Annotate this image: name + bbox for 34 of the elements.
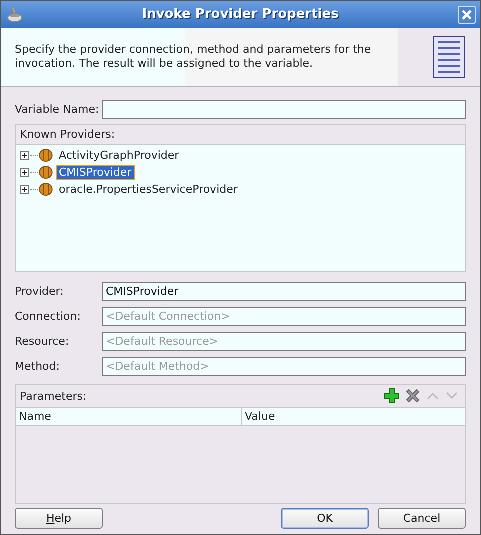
window-title: Invoke Provider Properties (141, 7, 340, 22)
package-icon (39, 149, 53, 162)
field-label: Variable Name: (15, 102, 100, 116)
input-field[interactable]: <Default Connection> (102, 306, 466, 326)
add-icon[interactable] (384, 388, 400, 404)
variable-name-field[interactable] (102, 100, 466, 118)
package-icon (39, 183, 53, 196)
field-label: Method: (15, 360, 61, 372)
dialog-button[interactable]: Cancel (378, 508, 466, 529)
panel-label: Known Providers: (19, 127, 116, 143)
panel-label: Parameters: (19, 388, 88, 404)
tree-item[interactable]: CMISProvider (56, 165, 135, 180)
input-field[interactable]: <Default Resource> (102, 332, 466, 350)
column-header[interactable]: Name (16, 408, 242, 425)
description-text: Specify the provider connection, method and parameters for the invocation. The result will be assigned to the variable. (14, 43, 372, 71)
expand-icon[interactable] (20, 151, 29, 160)
coffee-cup-icon (7, 6, 23, 22)
expand-icon[interactable] (20, 185, 29, 194)
expand-icon[interactable] (20, 168, 29, 177)
document-icon (432, 35, 466, 79)
close-button[interactable] (458, 6, 476, 24)
field-label: Resource: (15, 334, 70, 348)
close-icon (462, 10, 472, 20)
dialog-button[interactable]: Help (15, 508, 103, 529)
tree-item[interactable]: oracle.PropertiesServiceProvider (56, 182, 241, 197)
dialog-button[interactable]: OK (281, 508, 369, 529)
field-label: Provider: (15, 284, 65, 298)
package-icon (39, 166, 53, 179)
column-header[interactable]: Value (242, 408, 278, 425)
field-label: Connection: (15, 310, 82, 322)
input-field[interactable]: CMISProvider (102, 282, 466, 300)
input-field[interactable]: <Default Method> (102, 356, 466, 376)
tree-item[interactable]: ActivityGraphProvider (56, 148, 182, 163)
delete-icon[interactable] (405, 388, 421, 404)
